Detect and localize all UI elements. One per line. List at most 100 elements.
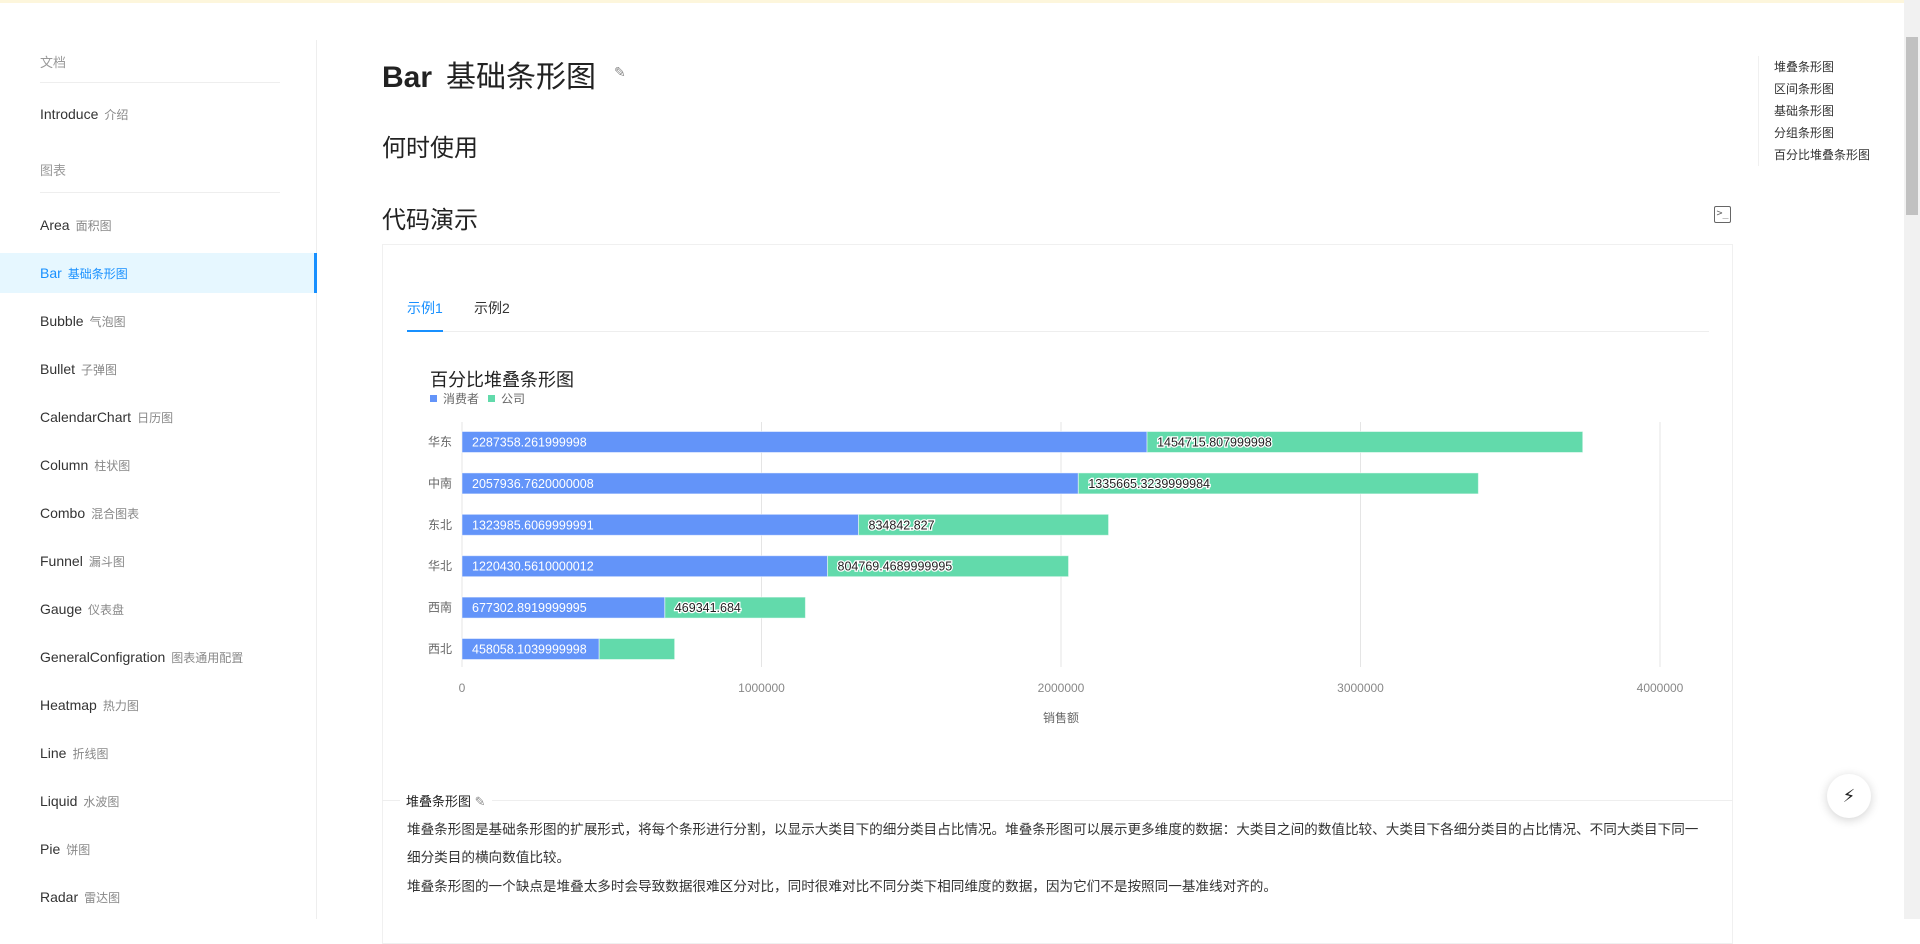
legend-marker [488,395,495,402]
sidebar-item-bar[interactable]: Bar 基础条形图 [0,253,317,293]
sidebar-group-docs: 文档 [40,55,67,70]
sidebar-item-sublabel: 介绍 [104,108,129,122]
sidebar-item-label: Line [40,745,67,761]
sidebar-item-label: Radar [40,889,79,905]
data-label: 834842.827 [869,518,935,532]
sidebar-group-charts: 图表 [40,163,67,178]
y-category-label: 华东 [428,435,452,449]
edit-icon[interactable]: ✎ [614,64,626,81]
sidebar-item-area[interactable]: Area 面积图 [0,205,317,245]
sidebar-item-introduce[interactable]: Introduce 介绍 [0,94,317,134]
tab-example-2[interactable]: 示例2 [474,298,510,318]
legend-marker [430,395,437,402]
x-tick-label: 0 [459,681,466,695]
sidebar-item-generalconfigration[interactable]: GeneralConfigration 图表通用配置 [0,637,317,677]
sidebar-item-column[interactable]: Column 柱状图 [0,445,317,485]
sidebar-item-calendarchart[interactable]: CalendarChart 日历图 [0,397,317,437]
legend-label: 消费者 [443,392,479,406]
data-label: 1323985.6069999991 [472,518,594,532]
sidebar-item-sublabel: 折线图 [72,747,109,761]
x-tick-label: 2000000 [1038,681,1085,695]
edit-icon[interactable]: ✎ [475,794,486,809]
sidebar-item-liquid[interactable]: Liquid 水波图 [0,781,317,821]
sidebar-item-bubble[interactable]: Bubble 气泡图 [0,301,317,341]
data-label: 1454715.807999998 [1157,436,1272,450]
scrollbar-thumb[interactable] [1906,37,1918,215]
magic-wand-button[interactable]: ⚡ [1827,774,1871,818]
stacked-bar-chart: 百分比堆叠条形图消费者 公司 0 1000000 2000000 3000000 40000… [428,370,1684,725]
sidebar: 文档 Introduce 介绍图表 Area 面积图 Bar 基础条形图 Bubble 气泡图 B… [0,40,317,919]
data-label: 677302.8919999995 [472,601,587,615]
sidebar-item-label: Liquid [40,793,78,809]
sidebar-item-label: CalendarChart [40,409,132,425]
sidebar-item-sublabel: 子弹图 [81,363,118,377]
sidebar-item-gauge[interactable]: Gauge 仪表盘 [0,589,317,629]
sidebar-item-sublabel: 混合图表 [91,507,140,521]
toc-item[interactable]: 分组条形图 [1774,122,1870,144]
sidebar-item-sublabel: 水波图 [83,795,120,809]
terminal-icon[interactable]: >_ [1714,206,1731,223]
x-tick-label: 4000000 [1637,681,1684,695]
y-category-label: 中南 [428,475,452,490]
sidebar-item-radar[interactable]: Radar 雷达图 [0,877,317,917]
tab-divider [407,331,1709,332]
divider [40,192,280,193]
sidebar-item-sublabel: 饼图 [66,843,91,857]
sidebar-item-sublabel: 气泡图 [89,315,126,329]
chart-title: 百分比堆叠条形图 [430,370,574,390]
sidebar-item-label: Area [40,217,70,233]
when-to-use-heading: 何时使用 [382,135,478,162]
active-tab-indicator [407,330,443,332]
sidebar-item-label: Gauge [40,601,83,617]
x-tick-label: 3000000 [1337,681,1384,695]
toc-item[interactable]: 区间条形图 [1774,78,1870,100]
sidebar-item-sublabel: 日历图 [137,411,174,425]
y-category-label: 华北 [428,559,452,573]
sidebar-item-pie[interactable]: Pie 饼图 [0,829,317,869]
demo-heading: 代码演示 [382,207,478,234]
description-paragraph: 堆叠条形图的一个缺点是堆叠太多时会导致数据很难区分对比，同时很难对比不同分类下相… [407,879,1277,894]
data-label: 469341.684 [675,601,741,615]
divider [40,82,280,83]
bar-segment-company [598,638,676,660]
data-label: 2057936.7620000008 [472,477,594,491]
toc-item[interactable]: 堆叠条形图 [1774,56,1870,78]
sidebar-item-sublabel: 仪表盘 [88,603,125,617]
tab-example-1[interactable]: 示例1 [407,298,443,318]
sidebar-item-sublabel: 基础条形图 [67,267,128,281]
sidebar-item-combo[interactable]: Combo 混合图表 [0,493,317,533]
sidebar-item-label: Heatmap [40,697,97,713]
section-title-text: 堆叠条形图 [406,794,472,809]
sidebar-item-funnel[interactable]: Funnel 漏斗图 [0,541,317,581]
toc-item[interactable]: 基础条形图 [1774,100,1870,122]
sidebar-item-sublabel: 漏斗图 [88,555,125,569]
sidebar-item-label: Introduce [40,106,99,122]
sidebar-item-sublabel: 热力图 [102,699,139,713]
magic-wand-icon: ⚡ [1842,786,1856,806]
top-notice-bar [0,0,1920,3]
sidebar-item-sublabel: 雷达图 [84,891,121,905]
data-label: 458058.1039999998 [472,643,587,657]
sidebar-item-heatmap[interactable]: Heatmap 热力图 [0,685,317,725]
table-of-contents: 堆叠条形图 区间条形图 基础条形图 分组条形图 百分比堆叠条形图 [1758,56,1870,166]
title-zh: 基础条形图 [446,61,597,94]
x-tick-label: 1000000 [738,681,785,695]
legend-label: 公司 [501,392,525,406]
sidebar-item-label: Bar [40,265,62,281]
sidebar-item-label: Funnel [40,553,83,569]
section-title: 堆叠条形图 ✎ [400,791,492,810]
sidebar-item-label: GeneralConfigration [40,649,166,665]
sidebar-item-sublabel: 面积图 [75,219,112,233]
sidebar-item-label: Combo [40,505,86,521]
sidebar-item-sublabel: 图表通用配置 [171,651,244,665]
data-label: 804769.4689999995 [838,560,953,574]
sidebar-item-label: Column [40,457,89,473]
page-title: Bar 基础条形图 [382,52,596,96]
toc-item[interactable]: 百分比堆叠条形图 [1774,144,1870,166]
title-en: Bar [382,61,433,94]
sidebar-item-bullet[interactable]: Bullet 子弹图 [0,349,317,389]
sidebar-item-sublabel: 柱状图 [94,459,131,473]
y-category-label: 西北 [428,642,452,656]
y-category-label: 东北 [428,518,452,532]
sidebar-item-line[interactable]: Line 折线图 [0,733,317,773]
